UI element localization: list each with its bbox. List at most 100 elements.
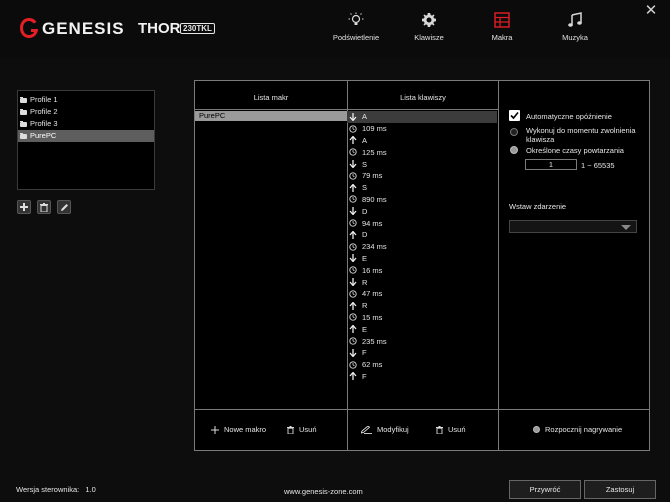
clock-icon [349,219,357,227]
arrow-up-icon [349,372,357,381]
arrow-up-icon [349,230,357,239]
trash-icon [40,202,48,212]
key-list-item-text: E [362,324,368,334]
macro-list-item[interactable]: PurePC [195,111,347,121]
product-name: THOR [138,20,181,37]
new-macro-label: Nowe makro [224,425,267,434]
clock-icon [349,148,357,156]
auto-delay-checkbox[interactable] [509,110,520,121]
insert-event-label: Wstaw zdarzenie [509,202,567,211]
column-divider [498,81,499,450]
key-list-item[interactable]: S [347,158,367,170]
chevron-down-icon [621,225,631,230]
apply-button[interactable]: Zastosuj [584,480,656,499]
trash-icon [287,425,294,434]
insert-event-select[interactable] [509,220,637,233]
modify-label: Modyfikuj [377,425,409,434]
clock-icon [349,313,357,322]
macro-panel: Lista makr Lista klawiszy PurePC Nowe ma… [194,80,650,451]
key-list-item[interactable]: D [347,205,367,217]
key-list-item[interactable]: R [347,300,367,312]
key-list-item[interactable]: 890 ms [347,194,387,206]
record-label: Rozpocznij nagrywanie [545,425,623,434]
folder-icon [20,120,27,127]
tab-music[interactable]: Muzyka [545,12,605,48]
key-list-item[interactable]: 235 ms [347,335,387,347]
delete-profile-button[interactable] [37,200,51,214]
restore-button[interactable]: Przywróć [509,480,581,499]
key-list-header: Lista klawiszy [400,93,446,102]
arrow-up-icon [349,325,357,334]
clock-icon [349,361,357,369]
clock-icon [349,266,357,274]
profile-item-label: Profile 1 [30,95,58,104]
key-list-item-text: R [362,301,368,311]
profile-item-purepc[interactable]: PurePC [18,130,154,142]
clock-icon [349,195,357,204]
close-button[interactable]: ✕ [644,3,658,18]
trash-icon [436,425,443,434]
key-list-item[interactable]: 15 ms [347,312,382,324]
tab-macros-label: Makra [491,33,513,42]
key-list-item[interactable]: R [347,276,367,288]
arrow-up-icon [349,183,357,192]
tab-backlight[interactable]: Podświetlenie [326,12,386,48]
key-list-item[interactable]: 125 ms [347,146,387,158]
key-list-item-text: F [362,348,367,358]
repeat-range-label: 1 ~ 65535 [581,161,615,170]
delete-macro-button[interactable]: Usuń [287,425,317,434]
repeat-count-input[interactable]: 1 [525,159,577,170]
clock-icon [349,125,357,133]
clock-icon [349,290,357,298]
profile-item-1[interactable]: Profile 1 [18,94,154,106]
repeat-count-radio[interactable] [510,146,518,154]
key-list-item[interactable]: F [347,347,367,359]
folder-icon [20,96,27,103]
profile-item-label: Profile 2 [30,107,58,116]
tab-keys[interactable]: Klawisze [399,12,459,48]
profile-item-3[interactable]: Profile 3 [18,118,154,130]
plus-icon [211,425,219,434]
key-list-item[interactable]: 234 ms [347,241,387,253]
key-list-item[interactable]: E [347,323,367,335]
key-list-item[interactable]: 79 ms [347,170,382,182]
key-list-item-text: S [362,159,368,169]
tab-macros[interactable]: Makra [472,12,532,48]
key-list-item[interactable]: 62 ms [347,359,382,371]
key-list-item[interactable]: 94 ms [347,217,382,229]
key-list-item-text: 62 ms [362,360,383,370]
profile-list: Profile 1 Profile 2 Profile 3 PurePC [17,90,155,190]
add-profile-button[interactable] [17,200,31,214]
record-button[interactable]: Rozpocznij nagrywanie [533,425,622,434]
footer-divider [195,409,650,410]
new-macro-button[interactable]: Nowe makro [211,425,266,434]
key-list-item-text: E [362,253,368,263]
key-list-item-text: S [362,183,368,193]
key-list-item[interactable]: S [347,182,367,194]
edit-profile-button[interactable] [57,200,71,214]
modify-button[interactable]: Modyfikuj [361,425,409,434]
profile-item-label: Profile 3 [30,119,58,128]
website-link[interactable]: www.genesis-zone.com [284,487,363,496]
arrow-down-icon [349,112,357,121]
key-list-item-text: 47 ms [362,289,383,299]
key-list-item[interactable]: D [347,229,367,241]
pencil-icon [60,203,68,211]
key-list-item[interactable]: 47 ms [347,288,382,300]
arrow-up-icon [349,301,357,310]
checkmark-icon [510,111,519,120]
key-list-item[interactable]: A [347,135,367,147]
key-list-item[interactable]: 109 ms [347,123,387,135]
key-list-item[interactable]: 16 ms [347,264,382,276]
repeat-until-release-radio[interactable] [510,128,518,136]
edit-icon [361,425,372,434]
key-list-item[interactable]: F [347,371,367,383]
brand-name: GENESIS [42,19,125,38]
key-list-item[interactable]: A [347,111,497,123]
delete-key-button[interactable]: Usuń [436,425,466,434]
driver-version: Wersja sterownika: 1.0 [16,485,96,494]
folder-icon [20,108,27,115]
clock-icon [349,243,357,251]
profile-item-2[interactable]: Profile 2 [18,106,154,118]
key-list-item[interactable]: E [347,253,367,265]
